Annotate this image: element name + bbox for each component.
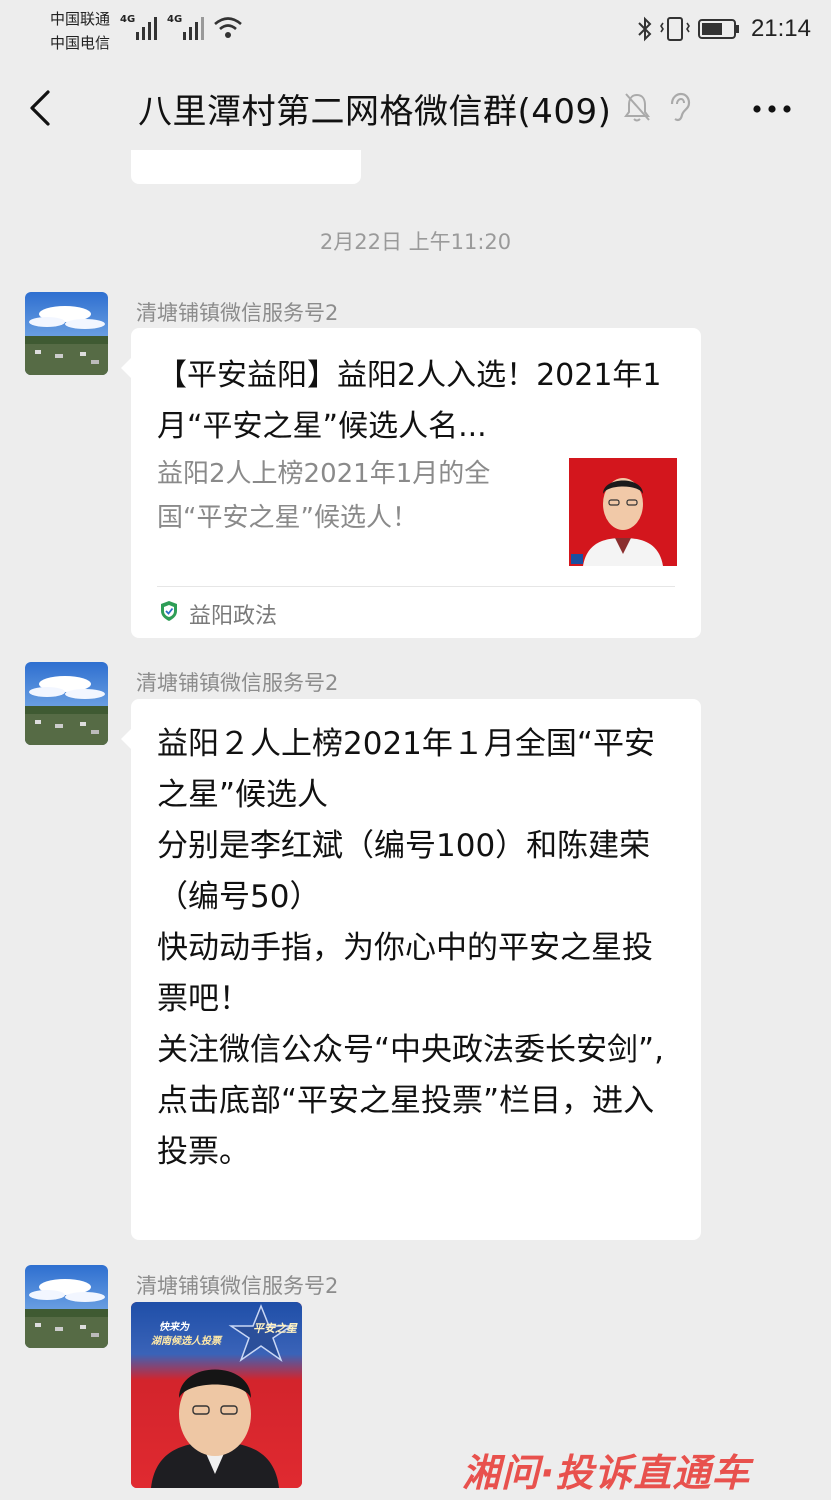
signal-icon (183, 17, 204, 40)
vibrate-icon (659, 17, 690, 41)
network-type-2: 4G (167, 14, 183, 25)
network-type-1: 4G (120, 14, 136, 25)
image-badge: 平安之星 (253, 1322, 297, 1335)
text-message[interactable]: 益阳２人上榜2021年１月全国“平安之星”候选人 分别是李红斌（编号100）和陈… (121, 699, 701, 1240)
signal-icon (136, 17, 157, 40)
mute-icon (624, 93, 650, 122)
link-card-message[interactable]: 【平安益阳】益阳2人入选！2021年1月“平安之星”候选人名... 益阳2人上榜… (121, 328, 701, 638)
message-text: 益阳２人上榜2021年１月全国“平安之星”候选人 分别是李红斌（编号100）和陈… (157, 726, 664, 1170)
link-card-title: 【平安益阳】益阳2人入选！2021年1月“平安之星”候选人名... (157, 358, 662, 444)
carrier-label-2: 中国电信 (50, 34, 111, 52)
sender-avatar[interactable] (25, 1265, 108, 1348)
link-card-description: 益阳2人上榜2021年1月的全国“平安之星”候选人！ (157, 459, 491, 533)
link-card-divider (157, 586, 675, 587)
carrier-label-1: 中国联通 (50, 10, 111, 28)
image-caption-2: 湖南候选人投票 (151, 1336, 221, 1347)
link-card-thumbnail (569, 458, 677, 566)
link-card-source: 益阳政法 (189, 604, 278, 629)
sender-name: 清塘铺镇微信服务号2 (136, 1274, 339, 1298)
image-message[interactable]: 快来为 湖南候选人投票 平安之星 (131, 1302, 302, 1488)
image-caption-1: 快来为 (159, 1322, 189, 1333)
sender-avatar[interactable] (25, 292, 108, 375)
ear-icon (670, 92, 691, 122)
bluetooth-icon (638, 16, 652, 42)
wifi-icon (214, 17, 242, 38)
battery-icon (697, 19, 739, 39)
chat-timestamp: 2月22日 上午11:20 (319, 230, 512, 254)
chat-header: 八里潭村第二网格微信群(409) (0, 60, 831, 156)
watermark: 湘问·投诉直通车 (462, 1451, 751, 1495)
shield-icon (161, 601, 177, 621)
more-icon[interactable] (752, 104, 792, 114)
back-icon[interactable] (24, 88, 60, 128)
status-bar: 中国联通 中国电信 4G 4G 21:14 (0, 0, 831, 58)
sender-name: 清塘铺镇微信服务号2 (136, 671, 339, 695)
chat-title: 八里潭村第二网格微信群(409) (138, 92, 612, 132)
clock: 21:14 (750, 15, 811, 42)
sender-avatar[interactable] (25, 662, 108, 745)
previous-message-bubble[interactable] (131, 150, 361, 184)
sender-name: 清塘铺镇微信服务号2 (136, 301, 339, 325)
